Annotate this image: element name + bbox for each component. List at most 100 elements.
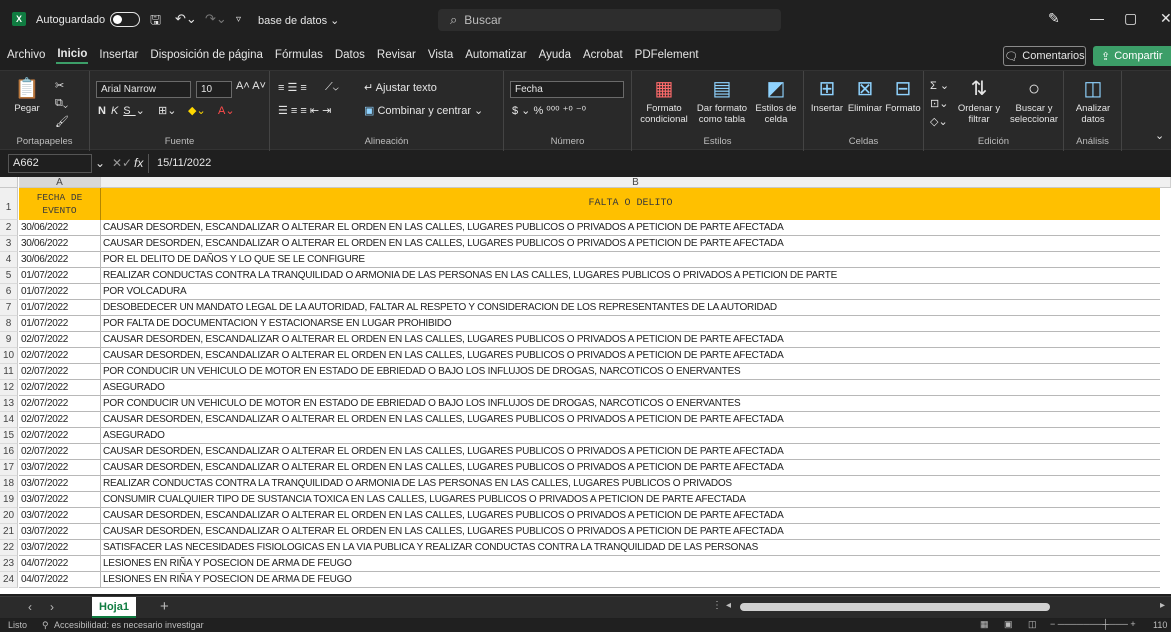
- orientation-icon[interactable]: ⟋⌄: [325, 81, 339, 94]
- autosum-icon[interactable]: Σ ⌄: [930, 79, 949, 92]
- ribbon-tab-datos[interactable]: Datos: [334, 47, 366, 63]
- select-all-corner[interactable]: [0, 177, 18, 188]
- format-painter-icon[interactable]: 🖌: [55, 115, 69, 128]
- ribbon-tab-acrobat[interactable]: Acrobat: [582, 47, 624, 63]
- ribbon-tab-pdfelement[interactable]: PDFelement: [634, 47, 700, 63]
- row-header[interactable]: 4: [0, 252, 18, 268]
- tab-split-icon[interactable]: ⋮: [712, 600, 722, 611]
- cell-fecha[interactable]: 02/07/2022: [19, 396, 101, 412]
- scroll-right-icon[interactable]: ▸: [1160, 600, 1165, 611]
- copy-icon[interactable]: ⧉⌄: [55, 97, 68, 110]
- vertical-align-icons[interactable]: ≡ ☰ ≡: [278, 81, 307, 94]
- cell-falta[interactable]: SATISFACER LAS NECESIDADES FISIOLOGICAS …: [101, 540, 1160, 556]
- row-header[interactable]: 24: [0, 572, 18, 588]
- search-input[interactable]: ⌕ Buscar: [438, 9, 781, 31]
- merge-center-button[interactable]: ▣ Combinar y centrar ⌄: [364, 104, 483, 117]
- scroll-left-icon[interactable]: ◂: [726, 600, 731, 611]
- cell-fecha[interactable]: 02/07/2022: [19, 412, 101, 428]
- cell-fecha[interactable]: 30/06/2022: [19, 252, 101, 268]
- accessibility-status[interactable]: Accesibilidad: es necesario investigar: [54, 620, 204, 630]
- comments-button[interactable]: 🗨 Comentarios: [1003, 46, 1086, 66]
- row-header[interactable]: 17: [0, 460, 18, 476]
- format-as-table-button[interactable]: ▤ Dar formato como tabla: [694, 77, 750, 125]
- row-header[interactable]: 20: [0, 508, 18, 524]
- clear-icon[interactable]: ◇⌄: [930, 115, 948, 128]
- cell-falta[interactable]: POR FALTA DE DOCUMENTACION Y ESTACIONARS…: [101, 316, 1160, 332]
- cell-fecha[interactable]: 02/07/2022: [19, 444, 101, 460]
- fill-color-icon[interactable]: ◆⌄: [188, 104, 206, 117]
- analyze-data-button[interactable]: ◫ Analizar datos: [1068, 77, 1118, 125]
- cell-styles-button[interactable]: ◩ Estilos de celda: [752, 77, 800, 125]
- cell-fecha[interactable]: 02/07/2022: [19, 332, 101, 348]
- row-header[interactable]: 16: [0, 444, 18, 460]
- ribbon-tab-disposición-de-página[interactable]: Disposición de página: [149, 47, 264, 63]
- header-cell-falta[interactable]: FALTA O DELITO: [101, 188, 1160, 220]
- cell-falta[interactable]: LESIONES EN RIÑA Y POSECION DE ARMA DE F…: [101, 556, 1160, 572]
- quick-access-dropdown-icon[interactable]: ▿: [236, 14, 241, 25]
- redo-icon[interactable]: ↷⌄: [205, 11, 227, 27]
- cell-fecha[interactable]: 03/07/2022: [19, 476, 101, 492]
- ribbon-tab-fórmulas[interactable]: Fórmulas: [274, 47, 324, 63]
- cell-fecha[interactable]: 04/07/2022: [19, 556, 101, 572]
- font-grow-shrink-icon[interactable]: A˄ A˅: [236, 80, 266, 92]
- row-header[interactable]: 18: [0, 476, 18, 492]
- cancel-icon[interactable]: ✕: [112, 156, 122, 170]
- cell-fecha[interactable]: 02/07/2022: [19, 364, 101, 380]
- cell-falta[interactable]: REALIZAR CONDUCTAS CONTRA LA TRANQUILIDA…: [101, 268, 1160, 284]
- cell-fecha[interactable]: 03/07/2022: [19, 524, 101, 540]
- zoom-level[interactable]: 110: [1153, 620, 1167, 630]
- formula-input[interactable]: 15/11/2022: [148, 154, 1171, 173]
- insert-cells-button[interactable]: ⊞ Insertar: [808, 77, 846, 114]
- prev-sheet-icon[interactable]: ‹: [28, 600, 32, 614]
- cut-icon[interactable]: ✂: [55, 79, 64, 92]
- cell-falta[interactable]: CAUSAR DESORDEN, ESCANDALIZAR O ALTERAR …: [101, 508, 1160, 524]
- add-sheet-button[interactable]: +: [160, 598, 169, 615]
- fill-icon[interactable]: ⊡⌄: [930, 97, 948, 110]
- share-button[interactable]: ⇪ Compartir: [1093, 46, 1171, 66]
- row-header[interactable]: 5: [0, 268, 18, 284]
- row-header[interactable]: 14: [0, 412, 18, 428]
- ribbon-tab-insertar[interactable]: Insertar: [98, 47, 139, 63]
- font-style-buttons[interactable]: NKS⌄: [98, 104, 150, 117]
- cell-fecha[interactable]: 01/07/2022: [19, 268, 101, 284]
- cell-falta[interactable]: POR EL DELITO DE DAÑOS Y LO QUE SE LE CO…: [101, 252, 1160, 268]
- cell-falta[interactable]: POR CONDUCIR UN VEHICULO DE MOTOR EN EST…: [101, 364, 1160, 380]
- cell-fecha[interactable]: 03/07/2022: [19, 460, 101, 476]
- zoom-slider[interactable]: − ───────┼─── +: [1050, 619, 1136, 629]
- delete-cells-button[interactable]: ⊠ Eliminar: [846, 77, 884, 114]
- insert-function-icon[interactable]: fx: [134, 156, 143, 170]
- cell-falta[interactable]: POR VOLCADURA: [101, 284, 1160, 300]
- cell-fecha[interactable]: 01/07/2022: [19, 300, 101, 316]
- ribbon-tab-revisar[interactable]: Revisar: [376, 47, 417, 63]
- row-header[interactable]: 10: [0, 348, 18, 364]
- row-header[interactable]: 23: [0, 556, 18, 572]
- cell-falta[interactable]: ASEGURADO: [101, 428, 1160, 444]
- row-header[interactable]: 13: [0, 396, 18, 412]
- sort-filter-button[interactable]: ⇅ Ordenar y filtrar: [954, 77, 1004, 125]
- file-name[interactable]: base de datos ⌄: [258, 14, 339, 27]
- cell-fecha[interactable]: 02/07/2022: [19, 380, 101, 396]
- collapse-ribbon-icon[interactable]: ⌄: [1155, 129, 1164, 142]
- column-header-b[interactable]: B: [101, 177, 1171, 188]
- cell-falta[interactable]: CAUSAR DESORDEN, ESCANDALIZAR O ALTERAR …: [101, 220, 1160, 236]
- next-sheet-icon[interactable]: ›: [50, 600, 54, 614]
- row-header[interactable]: 11: [0, 364, 18, 380]
- font-color-icon[interactable]: A⌄: [218, 104, 235, 117]
- page-layout-icon[interactable]: ▣: [1004, 619, 1013, 630]
- row-header[interactable]: 3: [0, 236, 18, 252]
- maximize-button[interactable]: ▢: [1124, 10, 1137, 27]
- ribbon-tab-automatizar[interactable]: Automatizar: [464, 47, 527, 63]
- wrap-text-button[interactable]: ↵ Ajustar texto: [364, 81, 437, 94]
- row-header[interactable]: 8: [0, 316, 18, 332]
- cell-fecha[interactable]: 01/07/2022: [19, 316, 101, 332]
- number-format-select[interactable]: Fecha: [510, 81, 624, 98]
- row-header[interactable]: 7: [0, 300, 18, 316]
- row-header[interactable]: 2: [0, 220, 18, 236]
- cell-fecha[interactable]: 30/06/2022: [19, 220, 101, 236]
- cell-falta[interactable]: CAUSAR DESORDEN, ESCANDALIZAR O ALTERAR …: [101, 412, 1160, 428]
- minimize-button[interactable]: —: [1090, 10, 1104, 26]
- font-name-select[interactable]: Arial Narrow: [96, 81, 191, 98]
- horizontal-align-icons[interactable]: ☰ ≡ ≡ ⇤ ⇥: [278, 104, 331, 117]
- ribbon-tab-ayuda[interactable]: Ayuda: [538, 47, 572, 63]
- cell-fecha[interactable]: 03/07/2022: [19, 492, 101, 508]
